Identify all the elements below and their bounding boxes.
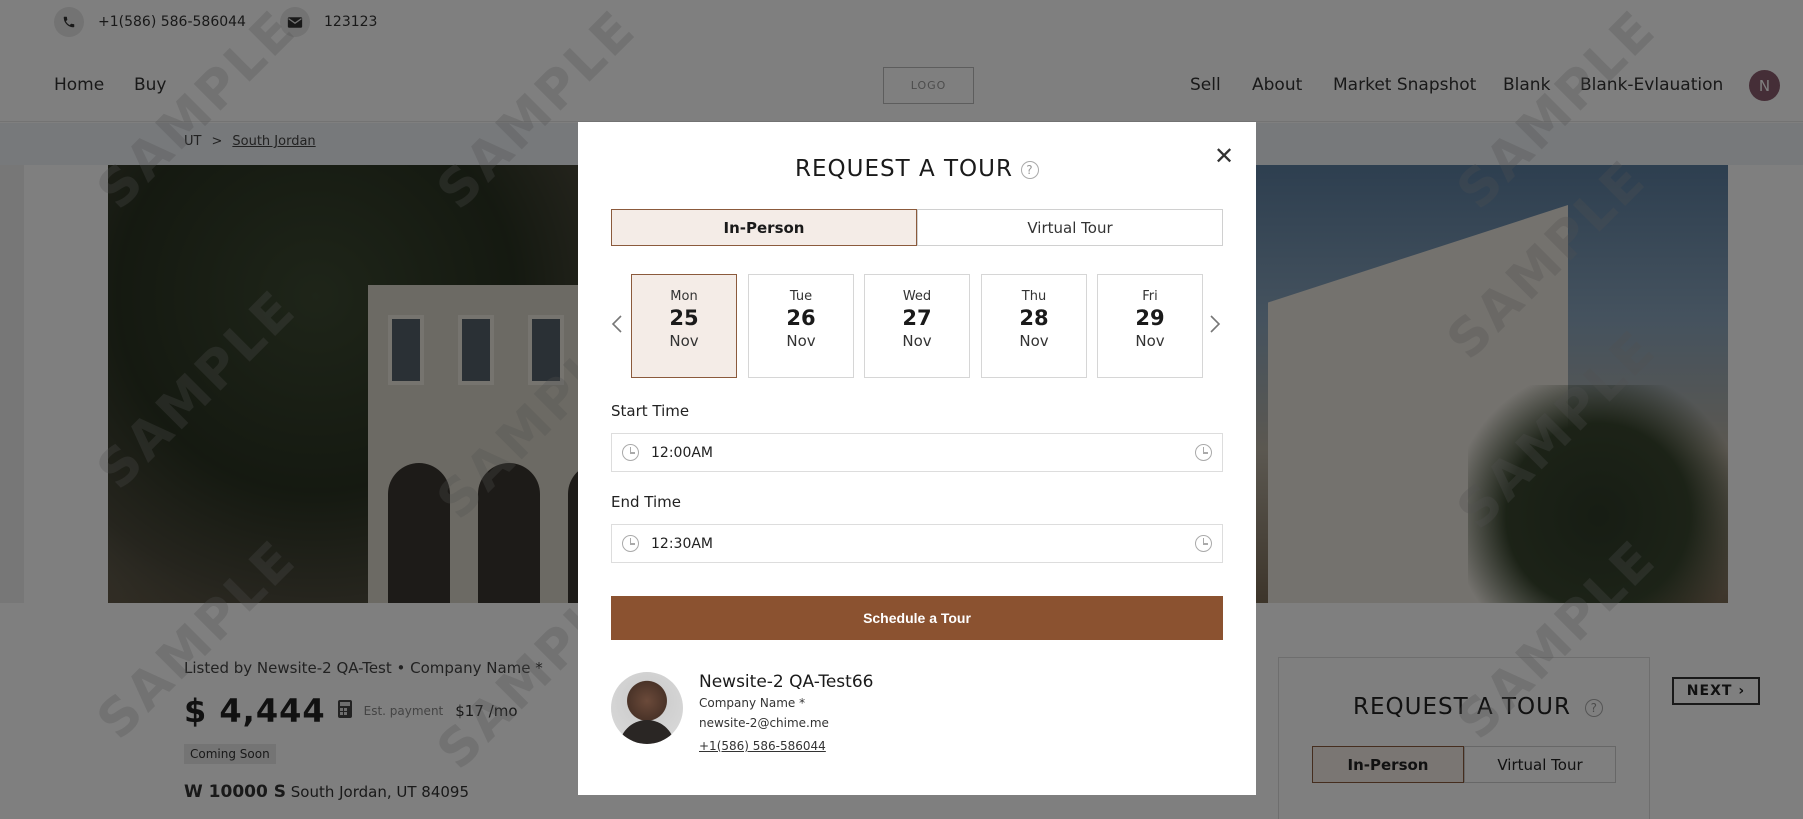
request-tour-modal: REQUEST A TOUR? ✕ In-Person Virtual Tour…: [578, 122, 1256, 795]
agent-name: Newsite-2 QA-Test66: [699, 672, 874, 692]
date-month: Nov: [669, 332, 699, 350]
date-day: 28: [1019, 306, 1049, 330]
date-month: Nov: [786, 332, 816, 350]
agent-avatar: [611, 672, 683, 744]
clock-icon: [622, 535, 639, 552]
end-time-value: 12:30AM: [651, 535, 714, 552]
date-option[interactable]: Tue 26 Nov: [748, 274, 854, 378]
end-time-label: End Time: [611, 493, 681, 511]
date-month: Nov: [902, 332, 932, 350]
end-time-input[interactable]: 12:30AM: [611, 524, 1223, 563]
start-time-input[interactable]: 12:00AM: [611, 433, 1223, 472]
clock-icon[interactable]: [1195, 444, 1212, 461]
date-picker: Mon 25 Nov Tue 26 Nov Wed 27 Nov Thu 28 …: [611, 274, 1223, 378]
tab-in-person[interactable]: In-Person: [611, 209, 917, 246]
agent-phone-link[interactable]: +1(586) 586-586044: [699, 739, 826, 753]
date-weekday: Tue: [789, 289, 813, 304]
date-day: 27: [902, 306, 932, 330]
help-icon[interactable]: ?: [1020, 160, 1039, 179]
modal-title: REQUEST A TOUR?: [578, 156, 1256, 182]
date-day: 25: [669, 306, 699, 330]
clock-icon[interactable]: [1195, 535, 1212, 552]
date-month: Nov: [1019, 332, 1049, 350]
date-option[interactable]: Thu 28 Nov: [981, 274, 1087, 378]
date-weekday: Thu: [1021, 289, 1047, 304]
agent-email: newsite-2@chime.me: [699, 716, 829, 730]
date-weekday: Fri: [1142, 289, 1158, 304]
schedule-tour-button[interactable]: Schedule a Tour: [611, 596, 1223, 640]
agent-card: Newsite-2 QA-Test66 Company Name * newsi…: [611, 672, 1223, 753]
date-option[interactable]: Fri 29 Nov: [1097, 274, 1203, 378]
agent-avatar-body: [619, 720, 675, 744]
date-weekday: Wed: [902, 289, 932, 304]
date-weekday: Mon: [670, 289, 698, 304]
close-icon[interactable]: ✕: [1212, 144, 1236, 168]
agent-company: Company Name *: [699, 696, 806, 710]
tab-virtual-tour[interactable]: Virtual Tour: [917, 209, 1223, 246]
start-time-label: Start Time: [611, 402, 690, 420]
chevron-left-icon[interactable]: [611, 314, 623, 340]
start-time-value: 12:00AM: [651, 444, 714, 461]
modal-title-text: REQUEST A TOUR: [795, 156, 1013, 182]
date-day: 29: [1135, 306, 1165, 330]
tour-type-tabs: In-Person Virtual Tour: [611, 209, 1223, 246]
date-day: 26: [786, 306, 816, 330]
chevron-right-icon[interactable]: [1209, 314, 1221, 340]
clock-icon: [622, 444, 639, 461]
date-month: Nov: [1135, 332, 1165, 350]
date-option[interactable]: Wed 27 Nov: [864, 274, 970, 378]
date-option[interactable]: Mon 25 Nov: [631, 274, 737, 378]
